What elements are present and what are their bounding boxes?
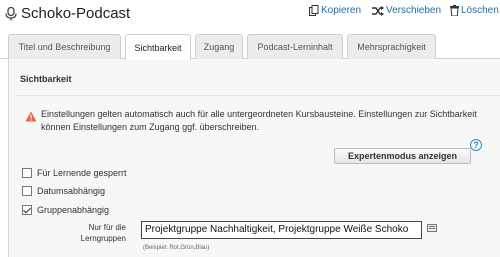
tab-bar: Titel und Beschreibung Sichtbarkeit Zuga…: [0, 34, 500, 60]
move-icon: [372, 5, 384, 16]
podcast-icon: [5, 7, 17, 21]
groups-field-label: Nur für die Lerngruppen: [80, 223, 126, 243]
copy-button[interactable]: Kopieren: [309, 5, 361, 16]
option-row-datum: Datumsabhängig: [22, 186, 105, 196]
locked-checkbox[interactable]: [22, 168, 32, 178]
expert-mode-button[interactable]: Expertenmodus anzeigen: [334, 148, 471, 164]
warning-icon: [25, 111, 37, 122]
option-row-gruppe: Gruppenabhängig: [22, 205, 109, 215]
group-checkbox[interactable]: [22, 205, 32, 215]
move-button[interactable]: Verschieben: [372, 5, 441, 16]
option-row-gesperrt: Für Lernende gesperrt: [22, 168, 127, 178]
header-bar: Schoko-Podcast Kopieren Verschieben Lösc…: [0, 0, 500, 32]
tab-mehrsprachigkeit[interactable]: Mehrsprachigkeit: [347, 34, 436, 59]
page-title: Schoko-Podcast: [21, 5, 131, 22]
copy-icon: [309, 5, 319, 16]
delete-label: Löschen: [461, 5, 499, 16]
locked-label: Für Lernende gesperrt: [37, 168, 127, 178]
groups-field-hint: (Beispiel: Rot,Grün,Blau): [143, 245, 210, 251]
trash-icon: [450, 5, 459, 16]
move-label: Verschieben: [386, 5, 442, 16]
delete-button[interactable]: Löschen: [450, 5, 499, 16]
group-label: Gruppenabhängig: [37, 205, 110, 215]
date-label: Datumsabhängig: [37, 186, 106, 196]
section-divider: [16, 95, 500, 96]
tab-titel-und-beschreibung[interactable]: Titel und Beschreibung: [8, 34, 121, 59]
copy-label: Kopieren: [321, 5, 362, 16]
help-icon[interactable]: ?: [470, 139, 482, 151]
tab-podcast-lerninhalt[interactable]: Podcast-Lerninhalt: [247, 34, 343, 59]
date-checkbox[interactable]: [22, 186, 32, 196]
tab-sichtbarkeit[interactable]: Sichtbarkeit: [125, 34, 191, 60]
groups-input[interactable]: Projektgruppe Nachhaltigkeit, Projektgru…: [141, 221, 422, 239]
tab-zugang[interactable]: Zugang: [195, 34, 243, 59]
section-title: Sichtbarkeit: [20, 74, 72, 84]
group-picker-icon[interactable]: [427, 224, 437, 232]
warning-message: Einstellungen gelten automatisch auch fü…: [41, 109, 477, 132]
